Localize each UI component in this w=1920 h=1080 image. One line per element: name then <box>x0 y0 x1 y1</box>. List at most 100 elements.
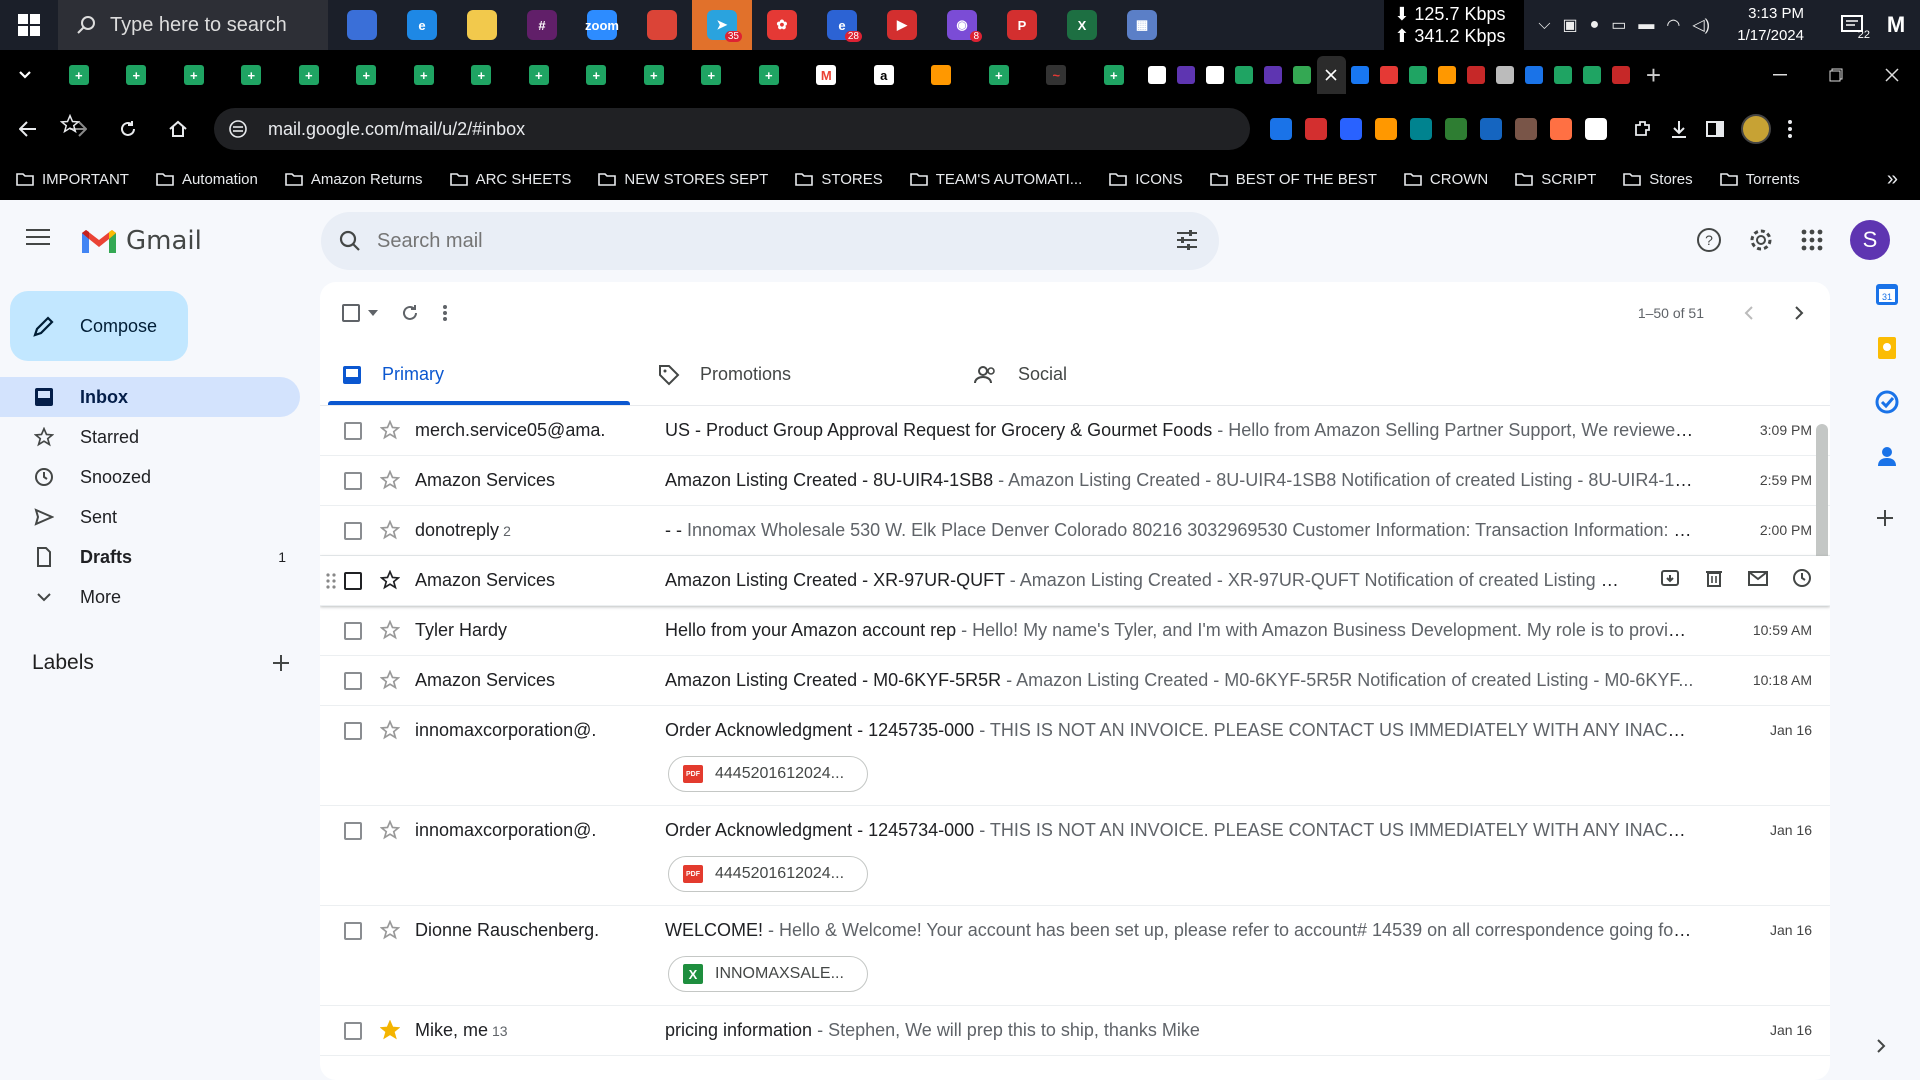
browser-tab[interactable]: + <box>395 56 453 94</box>
email-checkbox[interactable] <box>344 672 362 690</box>
star-icon[interactable] <box>380 920 400 940</box>
delete-icon[interactable] <box>1704 568 1724 588</box>
refresh-icon[interactable] <box>400 303 420 323</box>
bookmark-folder[interactable]: CROWN <box>1404 171 1488 188</box>
browser-extension-icon[interactable] <box>1515 118 1537 140</box>
browser-tab[interactable]: + <box>1085 56 1143 94</box>
help-icon[interactable]: ? <box>1696 227 1722 253</box>
browser-tab[interactable] <box>1143 56 1172 94</box>
search-icon[interactable] <box>339 230 361 252</box>
email-row[interactable]: Amazon Services Amazon Listing Created - … <box>320 556 1830 606</box>
bookmark-folder[interactable]: Torrents <box>1719 171 1800 188</box>
taskbar-search[interactable]: Type here to search <box>58 0 328 50</box>
new-tab-button[interactable]: + <box>1636 60 1672 91</box>
address-bar[interactable]: mail.google.com/mail/u/2/#inbox <box>60 108 1250 150</box>
browser-tab[interactable]: + <box>453 56 511 94</box>
sidebar-item-snoozed[interactable]: Snoozed <box>0 457 300 497</box>
bookmark-folder[interactable]: IMPORTANT <box>16 171 129 188</box>
wifi-icon[interactable]: ◠ <box>1666 15 1680 35</box>
chevron-left-icon[interactable] <box>1744 305 1754 321</box>
bookmark-folder[interactable]: ICONS <box>1109 171 1183 188</box>
gmail-logo[interactable]: Gmail <box>80 226 202 256</box>
microphone-icon[interactable]: ● <box>1590 16 1600 34</box>
browser-tab[interactable]: + <box>165 56 223 94</box>
taskbar-app[interactable]: P <box>992 0 1052 50</box>
email-row[interactable]: innomaxcorporation@. Order Acknowledgment… <box>320 806 1830 906</box>
browser-tab[interactable]: + <box>280 56 338 94</box>
taskbar-app[interactable]: e 28 <box>812 0 872 50</box>
email-row[interactable]: donotreply 2 - - Innomax Wholesale 530 W. … <box>320 506 1830 556</box>
chevron-right-icon[interactable] <box>1794 305 1804 321</box>
restore-button[interactable] <box>1808 50 1864 100</box>
browser-extension-icon[interactable] <box>1375 118 1397 140</box>
email-checkbox[interactable] <box>344 572 362 590</box>
taskbar-app[interactable]: ◉ 8 <box>932 0 992 50</box>
chrome-menu-icon[interactable] <box>1787 119 1793 139</box>
sidebar-item-sent[interactable]: Sent <box>0 497 300 537</box>
bookmark-folder[interactable]: ARC SHEETS <box>449 171 571 188</box>
bookmark-star-icon[interactable] <box>60 114 80 134</box>
keep-icon[interactable] <box>1875 336 1899 360</box>
bookmark-folder[interactable]: Automation <box>156 171 258 188</box>
more-actions-icon[interactable] <box>442 304 448 322</box>
search-options-icon[interactable] <box>1175 228 1199 252</box>
sidebar-item-more[interactable]: More <box>0 577 300 617</box>
drag-handle-icon[interactable] <box>326 572 336 590</box>
browser-extension-icon[interactable] <box>1550 118 1572 140</box>
browser-tab[interactable] <box>1288 56 1317 94</box>
tab-primary[interactable]: Primary <box>320 344 636 405</box>
email-row[interactable]: Mike, me 13 pricing information - Stephen,… <box>320 1006 1830 1056</box>
browser-tab[interactable] <box>1259 56 1288 94</box>
taskbar-app[interactable]: zoom <box>572 0 632 50</box>
extensions-puzzle-icon[interactable] <box>1633 119 1653 139</box>
taskbar-app[interactable]: ➤ 35 <box>692 0 752 50</box>
taskbar-app[interactable] <box>632 0 692 50</box>
tab-social[interactable]: Social <box>952 344 1268 405</box>
browser-tab[interactable] <box>1520 56 1549 94</box>
star-icon[interactable] <box>380 520 400 540</box>
email-checkbox[interactable] <box>344 822 362 840</box>
display-icon[interactable]: ▭ <box>1611 15 1626 35</box>
camera-icon[interactable]: ▣ <box>1562 15 1577 35</box>
browser-tab[interactable]: + <box>338 56 396 94</box>
email-checkbox[interactable] <box>344 522 362 540</box>
archive-icon[interactable] <box>1660 568 1680 588</box>
browser-extension-icon[interactable] <box>1270 118 1292 140</box>
browser-tab[interactable]: + <box>50 56 108 94</box>
star-icon[interactable] <box>380 670 400 690</box>
browser-tab[interactable] <box>1549 56 1578 94</box>
bookmark-folder[interactable]: NEW STORES SEPT <box>598 171 768 188</box>
add-app-icon[interactable] <box>1875 508 1899 532</box>
close-window-button[interactable] <box>1864 50 1920 100</box>
email-checkbox[interactable] <box>344 722 362 740</box>
site-info-icon[interactable] <box>228 120 248 138</box>
bookmark-folder[interactable]: Stores <box>1623 171 1693 188</box>
taskbar-app[interactable] <box>452 0 512 50</box>
account-avatar[interactable]: S <box>1850 220 1890 260</box>
chevron-up-icon[interactable]: ⌵ <box>1538 16 1550 34</box>
browser-tab[interactable] <box>1462 56 1491 94</box>
browser-extension-icon[interactable] <box>1410 118 1432 140</box>
email-checkbox[interactable] <box>344 1022 362 1040</box>
browser-tab[interactable] <box>1346 56 1375 94</box>
browser-tab[interactable]: + <box>568 56 626 94</box>
sidebar-item-starred[interactable]: Starred <box>0 417 300 457</box>
email-row[interactable]: Amazon Services Amazon Listing Created - … <box>320 456 1830 506</box>
star-icon[interactable] <box>380 470 400 490</box>
email-row[interactable]: Amazon Services Amazon Listing Created - … <box>320 656 1830 706</box>
browser-tab[interactable] <box>1172 56 1201 94</box>
select-all-checkbox[interactable] <box>342 304 378 322</box>
active-tab-close-button[interactable] <box>1316 56 1346 94</box>
add-label-icon[interactable] <box>272 654 290 672</box>
battery-icon[interactable]: ▬ <box>1638 16 1654 34</box>
browser-tab[interactable]: M <box>798 56 856 94</box>
email-row[interactable]: innomaxcorporation@. Order Acknowledgment… <box>320 706 1830 806</box>
back-button[interactable] <box>6 107 50 151</box>
home-button[interactable] <box>156 107 200 151</box>
google-apps-icon[interactable] <box>1800 228 1824 252</box>
bookmark-folder[interactable]: BEST OF THE BEST <box>1209 171 1377 188</box>
email-row[interactable]: Dionne Rauschenberg. WELCOME! - Hello & W… <box>320 906 1830 1006</box>
email-checkbox[interactable] <box>344 622 362 640</box>
taskbar-user-button[interactable]: M <box>1872 12 1920 38</box>
sidebar-item-drafts[interactable]: Drafts 1 <box>0 537 300 577</box>
